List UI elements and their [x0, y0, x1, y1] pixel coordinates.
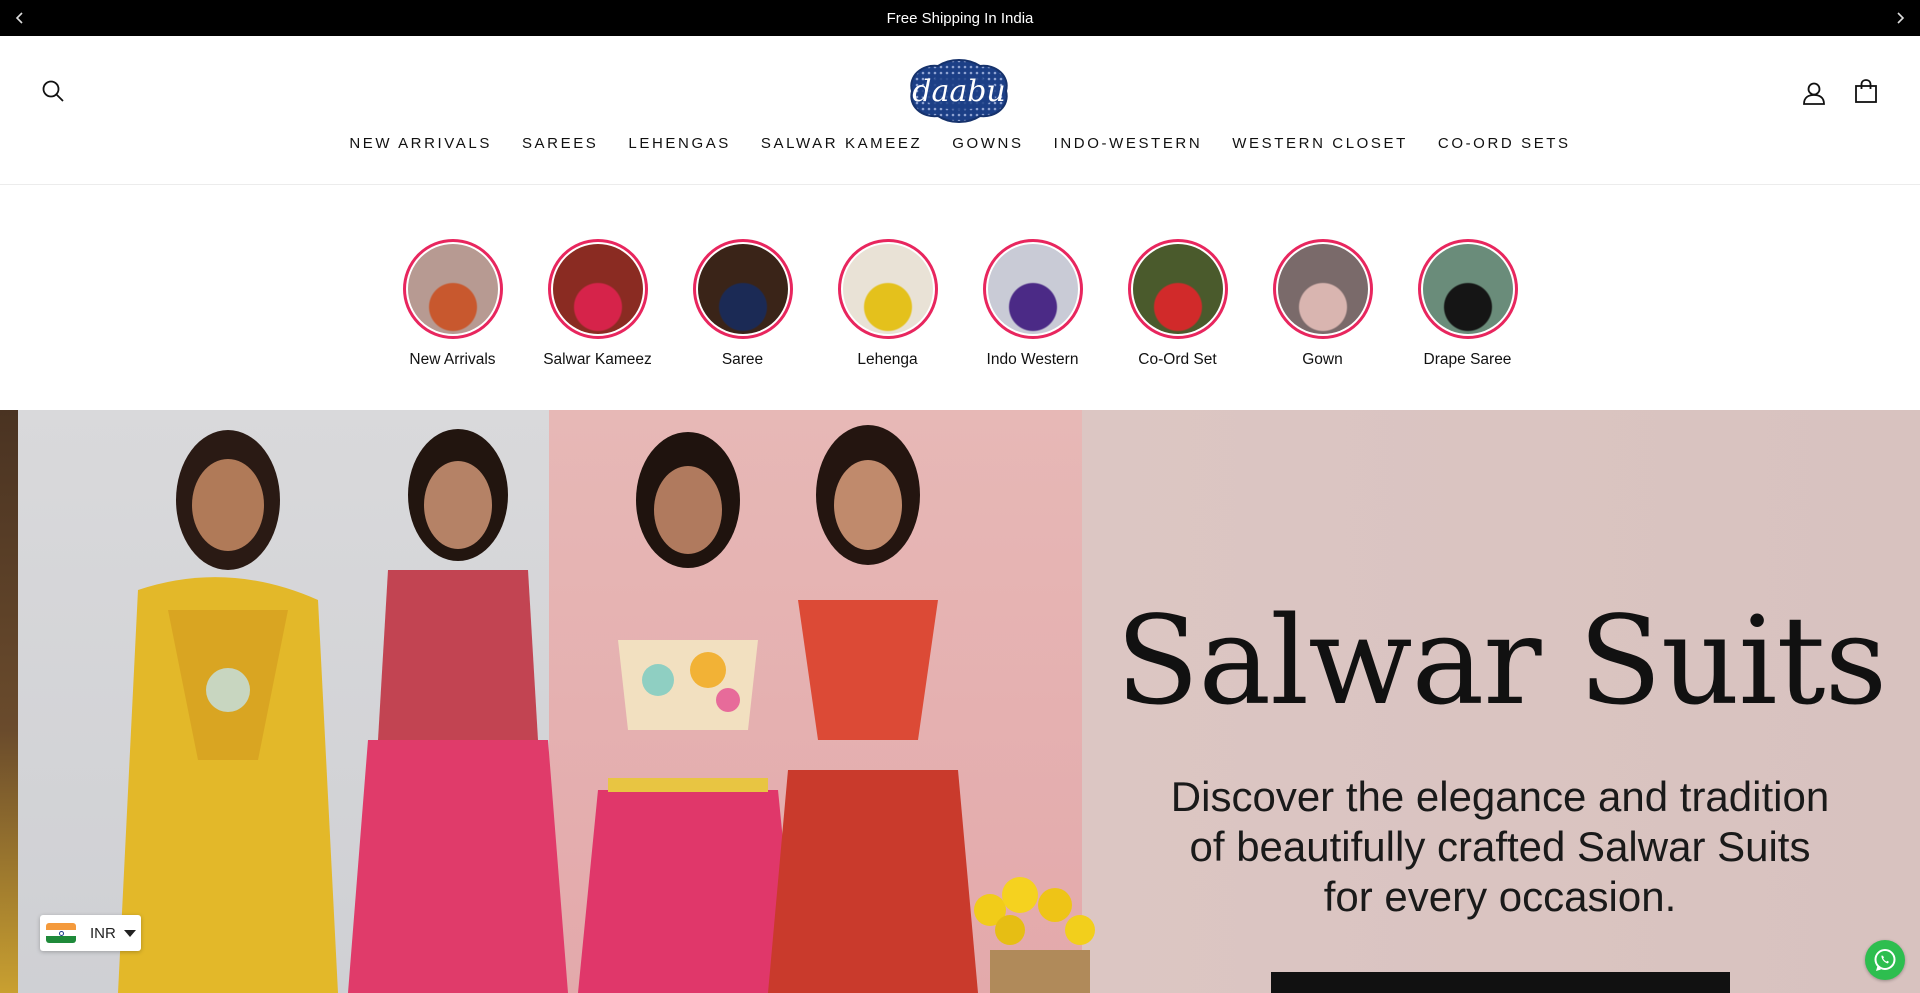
category-item[interactable]: New Arrivals — [380, 239, 525, 369]
chevron-left-icon — [15, 12, 23, 24]
category-thumbnail-image — [842, 244, 933, 334]
user-icon — [1803, 82, 1825, 105]
category-label[interactable]: New Arrivals — [409, 351, 495, 369]
nav-salwar-kameez[interactable]: SALWAR KAMEEZ — [746, 134, 937, 154]
logo-text: daabu — [912, 74, 1006, 109]
site-logo[interactable]: daabu — [902, 58, 1016, 124]
shopping-bag-icon — [1855, 79, 1877, 103]
hero-subtitle-line-3: for every occasion. — [1323, 873, 1677, 920]
hero-shop-button[interactable] — [1271, 972, 1730, 993]
category-thumbnail-ring[interactable] — [692, 239, 793, 339]
cart-button[interactable] — [1853, 78, 1879, 104]
category-item[interactable]: Gown — [1250, 239, 1395, 369]
category-thumbnail-ring[interactable] — [1272, 239, 1373, 339]
category-thumbnail-image — [407, 244, 498, 334]
category-label[interactable]: Drape Saree — [1424, 351, 1512, 369]
hero-faded-text-1 — [1100, 890, 1109, 929]
category-thumbnail-image — [552, 244, 643, 334]
announcement-text[interactable]: Free Shipping In India — [887, 10, 1034, 27]
search-icon — [42, 80, 64, 102]
main-nav: NEW ARRIVALS SAREES LEHENGAS SALWAR KAME… — [0, 134, 1920, 154]
flower-basket-decoration — [974, 877, 1095, 993]
category-item[interactable]: Indo Western — [960, 239, 1105, 369]
caret-down-icon — [123, 929, 136, 937]
nav-western-closet[interactable]: WESTERN CLOSET — [1217, 134, 1423, 154]
site-header: daabu NEW ARRIVALS SAREES LEHENGAS SALWA… — [0, 36, 1920, 185]
hero-previous-slide-peek — [0, 410, 18, 993]
category-item[interactable]: Salwar Kameez — [525, 239, 670, 369]
logo-badge: daabu — [910, 59, 1008, 123]
category-item[interactable]: Drape Saree — [1395, 239, 1540, 369]
nav-new-arrivals[interactable]: NEW ARRIVALS — [334, 134, 507, 154]
nav-indo-western[interactable]: INDO-WESTERN — [1039, 134, 1218, 154]
category-label[interactable]: Gown — [1302, 351, 1343, 369]
category-thumbnail-ring[interactable] — [402, 239, 503, 339]
account-button[interactable] — [1801, 80, 1827, 106]
hero-subtitle: Discover the elegance and tradition of b… — [1120, 772, 1880, 922]
currency-selector[interactable]: INR — [40, 915, 141, 951]
category-label[interactable]: Lehenga — [857, 351, 917, 369]
announcement-bar: Free Shipping In India — [0, 0, 1920, 36]
hero-models-illustration — [118, 425, 978, 993]
category-label[interactable]: Saree — [722, 351, 763, 369]
category-thumbnail-ring[interactable] — [837, 239, 938, 339]
category-strip: New Arrivals Salwar Kameez Saree Lehenga Ind… — [0, 186, 1920, 410]
nav-co-ord-sets[interactable]: CO-ORD SETS — [1423, 134, 1586, 154]
category-label[interactable]: Salwar Kameez — [543, 351, 652, 369]
category-label[interactable]: Co-Ord Set — [1138, 351, 1216, 369]
whatsapp-icon — [1874, 949, 1896, 971]
whatsapp-button[interactable] — [1865, 940, 1905, 980]
nav-lehengas[interactable]: LEHENGAS — [613, 134, 746, 154]
category-thumbnail-image — [1132, 244, 1223, 334]
hero-banner[interactable]: Salwar Suits Discover the elegance and t… — [0, 410, 1920, 993]
category-thumbnail-image — [987, 244, 1078, 334]
category-thumbnail-ring[interactable] — [547, 239, 648, 339]
flag-stripe-white — [46, 929, 76, 937]
nav-gowns[interactable]: GOWNS — [937, 134, 1038, 154]
flag-stripe-green — [46, 936, 76, 943]
category-label[interactable]: Indo Western — [987, 351, 1079, 369]
flag-stripe-saffron — [46, 923, 76, 930]
hero-subtitle-line-1: Discover the elegance and tradition — [1170, 773, 1830, 820]
hero-subtitle-line-2: of beautifully crafted Salwar Suits — [1189, 823, 1811, 870]
announcement-next-button[interactable] — [1880, 0, 1920, 36]
category-thumbnail-image — [697, 244, 788, 334]
currency-code: INR — [90, 924, 116, 942]
category-thumbnail-ring[interactable] — [1417, 239, 1518, 339]
nav-sarees[interactable]: SAREES — [507, 134, 613, 154]
hero-title: Salwar Suits — [1115, 590, 1887, 732]
announcement-prev-button[interactable] — [0, 0, 40, 36]
chevron-right-icon — [1897, 12, 1905, 24]
category-thumbnail-ring[interactable] — [982, 239, 1083, 339]
category-item[interactable]: Co-Ord Set — [1105, 239, 1250, 369]
search-button[interactable] — [40, 78, 66, 104]
category-thumbnail-image — [1277, 244, 1368, 334]
category-thumbnail-ring[interactable] — [1127, 239, 1228, 339]
category-item[interactable]: Lehenga — [815, 239, 960, 369]
india-flag-icon — [46, 923, 76, 943]
category-item[interactable]: Saree — [670, 239, 815, 369]
category-thumbnail-image — [1422, 244, 1513, 334]
